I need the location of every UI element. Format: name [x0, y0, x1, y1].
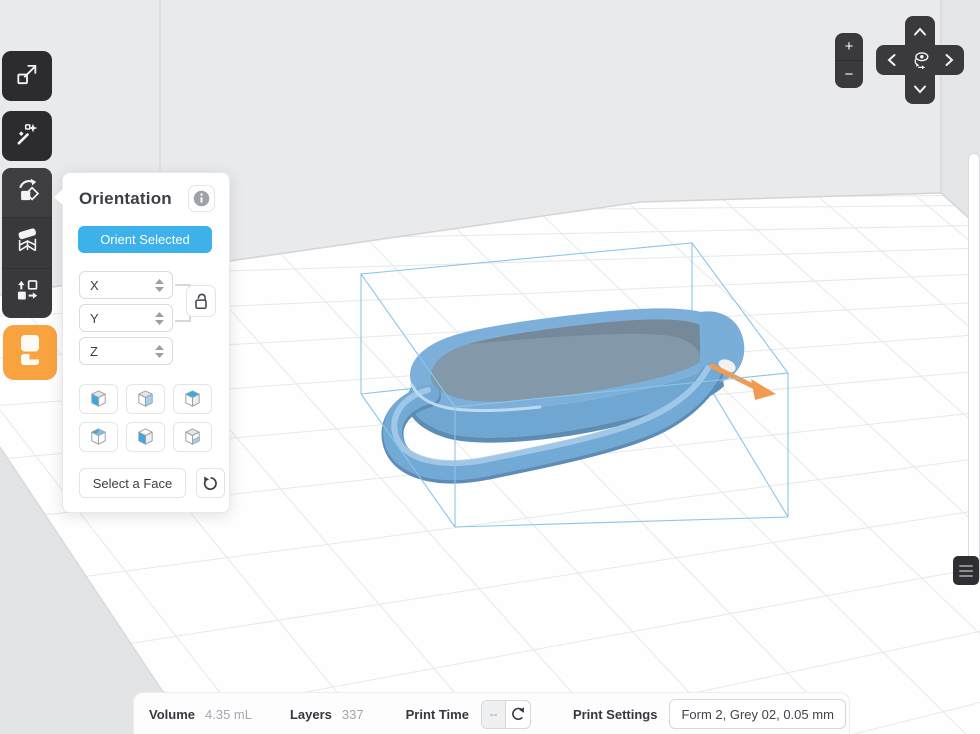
- pan-left-button[interactable]: [876, 45, 906, 75]
- print-time-label: Print Time: [406, 707, 469, 722]
- cube-left-icon: [134, 426, 157, 449]
- print-settings-label: Print Settings: [573, 707, 658, 722]
- axis-lock-button[interactable]: [186, 285, 216, 317]
- zoom-control: + −: [835, 33, 863, 88]
- status-bar: Volume 4.35 mL Layers 337 Print Time -- …: [133, 692, 850, 734]
- chevron-right-icon: [945, 53, 954, 67]
- layout-icon: [14, 277, 41, 309]
- spinner-down-icon: [155, 353, 164, 358]
- layers-label: Layers: [290, 707, 332, 722]
- orientation-icon: [14, 177, 41, 209]
- axis-z-stepper[interactable]: [155, 345, 164, 358]
- orient-cube-left-button[interactable]: [126, 422, 165, 452]
- spinner-up-icon: [155, 345, 164, 350]
- spinner-up-icon: [155, 312, 164, 317]
- print-time-value: --: [482, 701, 506, 728]
- orbit-eye-icon: [909, 49, 931, 71]
- grip-handle-icon: [959, 565, 973, 567]
- cube-right-icon: [134, 388, 157, 411]
- zoom-out-button[interactable]: −: [835, 61, 863, 88]
- print-tool-button[interactable]: [3, 325, 57, 380]
- chevron-left-icon: [887, 53, 896, 67]
- spinner-up-icon: [155, 279, 164, 284]
- orient-cube-front-button[interactable]: [79, 384, 118, 414]
- layer-slider-track[interactable]: [968, 153, 980, 583]
- select-a-face-button[interactable]: Select a Face: [79, 468, 186, 498]
- one-click-print-tool-button[interactable]: [2, 111, 52, 161]
- volume-label: Volume: [149, 707, 195, 722]
- pan-up-button[interactable]: [905, 16, 935, 46]
- pan-right-button[interactable]: [934, 45, 964, 75]
- reset-orientation-button[interactable]: [196, 468, 225, 498]
- orient-selected-button[interactable]: Orient Selected: [78, 226, 212, 253]
- view-dpad: [876, 16, 964, 104]
- spinner-down-icon: [155, 287, 164, 292]
- orientation-panel: Orientation Orient Selected X Y: [62, 172, 230, 513]
- refresh-icon: [510, 706, 526, 722]
- layer-slider-handle[interactable]: [953, 556, 979, 585]
- preform-window: Orientation Orient Selected X Y: [0, 0, 980, 734]
- orient-cube-back-button[interactable]: [79, 422, 118, 452]
- tool-group: [2, 168, 52, 318]
- axis-y-field[interactable]: Y: [79, 304, 173, 332]
- axis-x-label: X: [90, 278, 155, 293]
- chevron-up-icon: [913, 27, 927, 36]
- orientation-tool-button[interactable]: [2, 168, 52, 217]
- cube-back-icon: [87, 426, 110, 449]
- info-icon: [192, 189, 211, 208]
- zoom-in-button[interactable]: +: [835, 33, 863, 61]
- cartridge-icon: [15, 333, 45, 372]
- size-icon: [14, 61, 40, 92]
- print-time-control[interactable]: --: [481, 700, 531, 729]
- axis-x-stepper[interactable]: [155, 279, 164, 292]
- info-button[interactable]: [188, 185, 215, 212]
- orient-cube-bottom-button[interactable]: [173, 422, 212, 452]
- cube-top-icon: [181, 388, 204, 411]
- refresh-button[interactable]: [506, 701, 530, 728]
- orient-cube-top-button[interactable]: [173, 384, 212, 414]
- axis-z-label: Z: [90, 344, 155, 359]
- unlock-icon: [191, 290, 211, 312]
- cube-bottom-icon: [181, 426, 204, 449]
- layers-value: 337: [342, 707, 364, 722]
- print-settings-button[interactable]: Form 2, Grey 02, 0.05 mm: [669, 699, 845, 729]
- layout-tool-button[interactable]: [2, 268, 52, 318]
- supports-tool-button[interactable]: [2, 217, 52, 267]
- size-tool-button[interactable]: [2, 51, 52, 101]
- axis-y-stepper[interactable]: [155, 312, 164, 325]
- reset-icon: [202, 475, 219, 492]
- axis-y-label: Y: [90, 311, 155, 326]
- axis-x-field[interactable]: X: [79, 271, 173, 299]
- chevron-down-icon: [913, 85, 927, 94]
- orient-cube-right-button[interactable]: [126, 384, 165, 414]
- supports-icon: [14, 227, 41, 259]
- volume-value: 4.35 mL: [205, 707, 252, 722]
- orbit-view-button[interactable]: [905, 45, 935, 75]
- panel-notch: [54, 189, 63, 205]
- spinner-down-icon: [155, 320, 164, 325]
- pan-down-button[interactable]: [905, 74, 935, 104]
- cube-front-icon: [87, 388, 110, 411]
- panel-title: Orientation: [79, 189, 172, 209]
- axis-z-field[interactable]: Z: [79, 337, 173, 365]
- magic-wand-icon: [14, 121, 40, 152]
